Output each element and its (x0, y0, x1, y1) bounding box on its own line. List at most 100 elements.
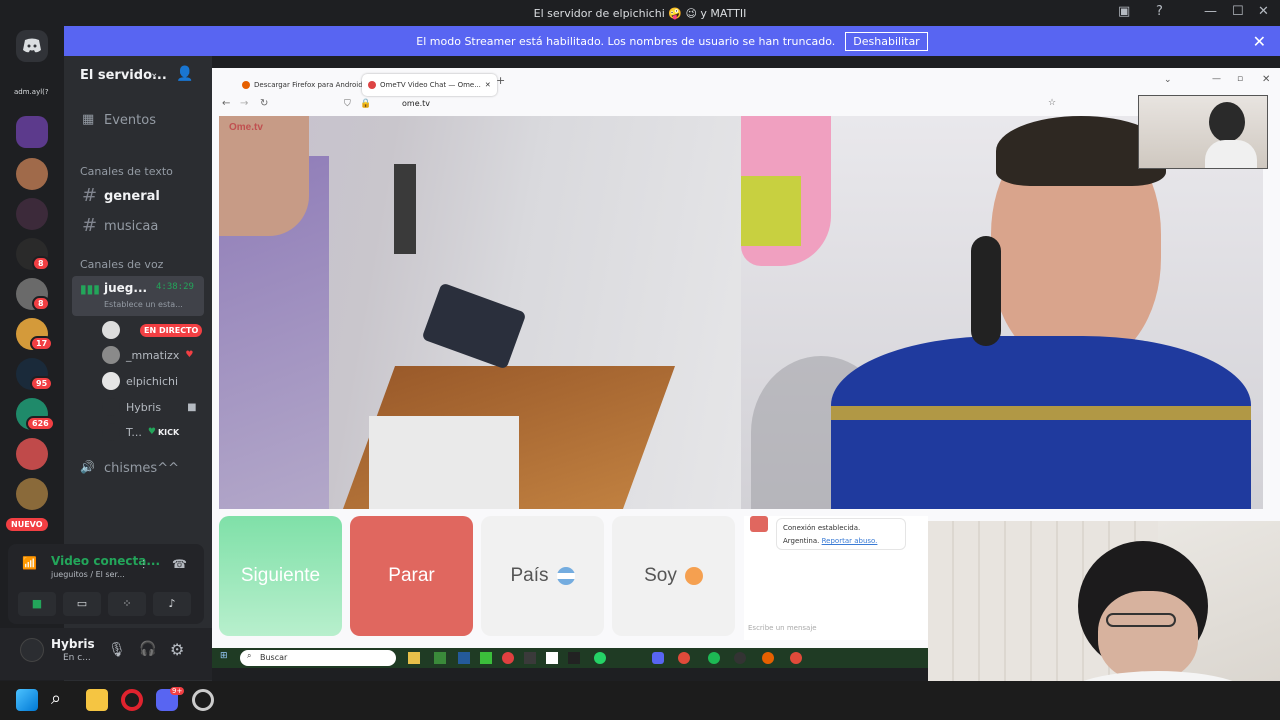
maximize-button[interactable]: ☐ (1232, 4, 1244, 19)
file-explorer-icon[interactable] (86, 689, 108, 711)
channel-musicaa[interactable]: musicaa (104, 219, 158, 234)
kick-label: KICK (157, 427, 180, 437)
chat-message: Conexión establecida. Argentina. Reporta… (776, 518, 906, 550)
events-item[interactable]: Eventos (104, 113, 156, 128)
headphones-icon[interactable]: 🎧 (139, 641, 156, 657)
chat-input[interactable]: Escribe un mensaje (748, 624, 817, 632)
voice-status: Establece un esta... (104, 300, 183, 309)
server-icon[interactable] (16, 438, 48, 470)
app-icon[interactable] (192, 689, 214, 711)
camera-button[interactable]: ■ (18, 592, 56, 616)
noise-suppression-icon[interactable]: ⫶ (142, 558, 145, 573)
forward-icon[interactable]: → (240, 98, 248, 109)
server-folder-label[interactable]: adm.ayl(? (14, 88, 49, 96)
app-icon (502, 652, 514, 664)
username[interactable]: Hybris (51, 637, 95, 651)
jersey (831, 336, 1251, 509)
unread-badge: 17 (30, 336, 54, 351)
shared-windows-taskbar: ⊞ ⌕ Buscar (212, 648, 928, 668)
app-icon (734, 652, 746, 664)
search-icon[interactable]: ⌕ (51, 689, 73, 711)
taskbar-search: ⌕ Buscar (240, 650, 396, 666)
avatar (102, 398, 120, 416)
ometv-logo: Ome.tv (229, 122, 263, 133)
voice-user[interactable]: elpichichi (102, 372, 178, 390)
new-badge: NUEVO (6, 518, 48, 531)
chrome-icon (678, 652, 690, 664)
channel-general[interactable]: general (104, 189, 160, 204)
country-button[interactable]: País (481, 516, 604, 636)
spotify-icon (708, 652, 720, 664)
bookmark-icon[interactable]: ☆ (1048, 98, 1056, 108)
hash-icon: # (82, 185, 98, 206)
text-category[interactable]: Canales de texto (80, 165, 173, 178)
voice-location[interactable]: jueguitos / El ser... (51, 570, 125, 579)
inbox-icon[interactable]: ▣ (1118, 4, 1130, 19)
screenshare-button[interactable]: ▭ (63, 592, 101, 616)
settings-icon[interactable]: ⚙ (170, 640, 184, 659)
boy-icon (684, 567, 703, 585)
chat-status: Conexión establecida. (783, 524, 861, 532)
server-icon[interactable] (16, 158, 48, 190)
server-icon[interactable] (16, 478, 48, 510)
stop-button[interactable]: Parar (350, 516, 473, 636)
microphone-icon[interactable]: 🎙 (108, 642, 126, 658)
browser-close[interactable]: ✕ (1262, 74, 1270, 85)
voice-user[interactable]: _mmatizx ♥ (102, 346, 193, 364)
unread-badge: 95 (30, 376, 54, 391)
gender-button[interactable]: Soy (612, 516, 735, 636)
disconnect-icon[interactable]: ☎ (172, 557, 187, 571)
new-tab-icon[interactable]: + (496, 74, 505, 87)
browser-tab[interactable]: Descargar Firefox para Android✕ (236, 74, 379, 96)
voice-channel-active[interactable]: ▮▮▮ jueg... 4:38:29 Establece un esta... (72, 276, 204, 316)
server-icon[interactable] (16, 116, 48, 148)
user-status: En c... (63, 653, 91, 663)
avatar (102, 321, 120, 339)
report-link[interactable]: Reportar abuso. (822, 537, 878, 545)
next-button[interactable]: Siguiente (219, 516, 342, 636)
server-icon[interactable] (16, 198, 48, 230)
ometv-chat-icon (750, 516, 768, 532)
voice-category[interactable]: Canales de voz (80, 258, 163, 271)
voice-user[interactable]: Hybris ■ (102, 398, 197, 416)
banner-text: El modo Streamer está habilitado. Los no… (416, 34, 836, 48)
unread-badge: 8 (32, 256, 50, 271)
activities-button[interactable]: ⁘ (108, 592, 146, 616)
voice-activity-icon: ▮▮▮ (80, 282, 100, 296)
voice-channel-name: jueg... (104, 281, 148, 295)
start-icon[interactable] (16, 689, 38, 711)
shield-icon: ⛉ (344, 99, 351, 109)
steam-icon (458, 652, 470, 664)
invite-icon[interactable]: 👤 (176, 66, 193, 82)
chrome-icon (790, 652, 802, 664)
pip-webcam (1138, 95, 1268, 169)
back-icon[interactable]: ← (222, 98, 230, 109)
browser-minimize[interactable]: — (1212, 74, 1221, 84)
tab-list-icon[interactable]: ⌄ (1164, 75, 1172, 85)
browser-tab-active[interactable]: OmeTV Video Chat — Ome... ✕ (362, 74, 497, 96)
soundboard-button[interactable]: ♪ (153, 592, 191, 616)
voice-user-live[interactable]: EN DIRECTO (102, 321, 203, 339)
signal-icon[interactable]: 📶 (22, 556, 42, 576)
close-button[interactable]: ✕ (1258, 4, 1269, 19)
channel-chismes[interactable]: chismes^^ (104, 461, 179, 476)
rose-icon: ♥ (185, 350, 194, 360)
discord-home-icon[interactable] (16, 30, 48, 62)
disable-streamer-button[interactable]: Deshabilitar (845, 31, 928, 51)
url-bar[interactable]: ome.tv (402, 99, 430, 108)
opera-icon[interactable] (121, 689, 143, 711)
minimize-button[interactable]: — (1204, 4, 1217, 19)
voice-username: elpichichi (126, 374, 179, 388)
close-banner-icon[interactable]: ✕ (1253, 32, 1266, 51)
app-icon (480, 652, 492, 664)
browser-maximize[interactable]: ▫ (1237, 74, 1243, 84)
lock-icon: 🔒 (360, 99, 372, 109)
avatar[interactable] (20, 638, 44, 662)
app-icon (568, 652, 580, 664)
voice-user[interactable]: T... ♥ KICK (102, 423, 179, 441)
tab-title: OmeTV Video Chat — Ome... (380, 81, 481, 89)
help-icon[interactable]: ? (1156, 4, 1163, 19)
chevron-down-icon[interactable]: ⌄ (150, 68, 158, 79)
reload-icon[interactable]: ↻ (260, 98, 268, 109)
app-icon (546, 652, 558, 664)
